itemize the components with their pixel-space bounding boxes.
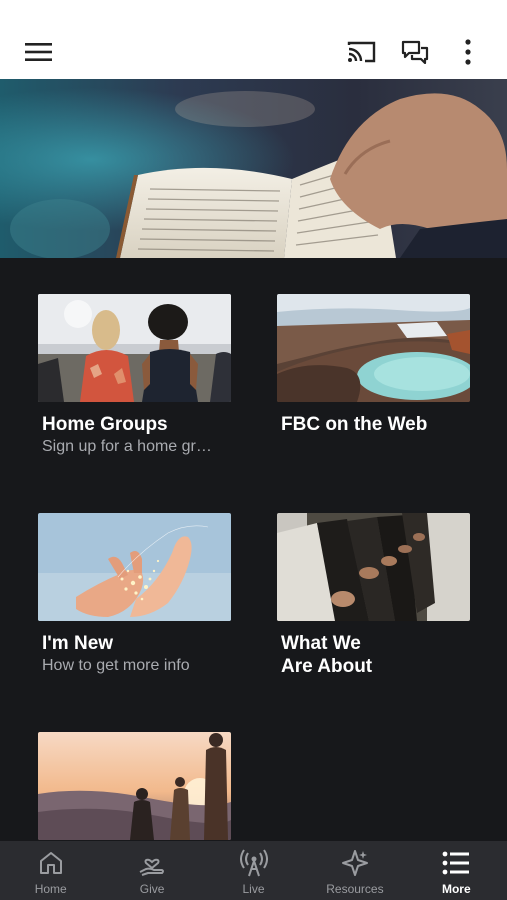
card-image-home-groups bbox=[38, 294, 231, 402]
app-header bbox=[0, 0, 507, 79]
chat-bubbles-icon[interactable] bbox=[395, 32, 435, 72]
content-grid: Home Groups Sign up for a home gr… FBC o… bbox=[0, 258, 507, 841]
tab-give[interactable]: Give bbox=[101, 841, 202, 900]
card-home-groups[interactable]: Home Groups Sign up for a home gr… bbox=[38, 294, 231, 458]
bottom-tab-bar: Home Give Live Resources More bbox=[0, 841, 507, 900]
tab-live[interactable]: Live bbox=[203, 841, 304, 900]
card-image-im-new bbox=[38, 513, 231, 621]
card-sunset[interactable] bbox=[38, 732, 231, 840]
card-what-we-are-about[interactable]: What We Are About bbox=[277, 513, 470, 678]
cast-icon[interactable] bbox=[341, 32, 381, 72]
resources-sparkle-icon bbox=[341, 849, 369, 877]
tab-label: More bbox=[441, 882, 471, 896]
vertical-dots-icon[interactable] bbox=[448, 32, 488, 72]
card-title: FBC on the Web bbox=[281, 414, 428, 435]
live-broadcast-icon bbox=[239, 849, 268, 877]
card-title: What We Are About bbox=[281, 633, 373, 677]
give-hand-heart-icon bbox=[138, 849, 166, 877]
home-icon bbox=[38, 849, 64, 877]
tab-label: Home bbox=[34, 882, 67, 896]
tab-label: Resources bbox=[326, 882, 384, 896]
tab-label: Live bbox=[242, 882, 265, 896]
card-subtitle: How to get more info bbox=[42, 657, 190, 674]
card-im-new[interactable]: I'm New How to get more info bbox=[38, 513, 231, 677]
tab-label: Give bbox=[139, 882, 165, 896]
card-subtitle: Sign up for a home gr… bbox=[42, 438, 212, 455]
card-image-fbc-on-the-web bbox=[277, 294, 470, 402]
card-title: I'm New bbox=[42, 633, 114, 654]
hero-banner-image bbox=[0, 79, 507, 258]
tab-more[interactable]: More bbox=[406, 841, 507, 900]
more-list-icon bbox=[442, 849, 470, 877]
card-image-what-we-are-about bbox=[277, 513, 470, 621]
tab-resources[interactable]: Resources bbox=[304, 841, 405, 900]
tab-home[interactable]: Home bbox=[0, 841, 101, 900]
card-fbc-on-the-web[interactable]: FBC on the Web bbox=[277, 294, 470, 436]
hamburger-menu-icon[interactable] bbox=[19, 32, 59, 72]
card-title: Home Groups bbox=[42, 414, 168, 435]
card-image-sunset bbox=[38, 732, 231, 840]
